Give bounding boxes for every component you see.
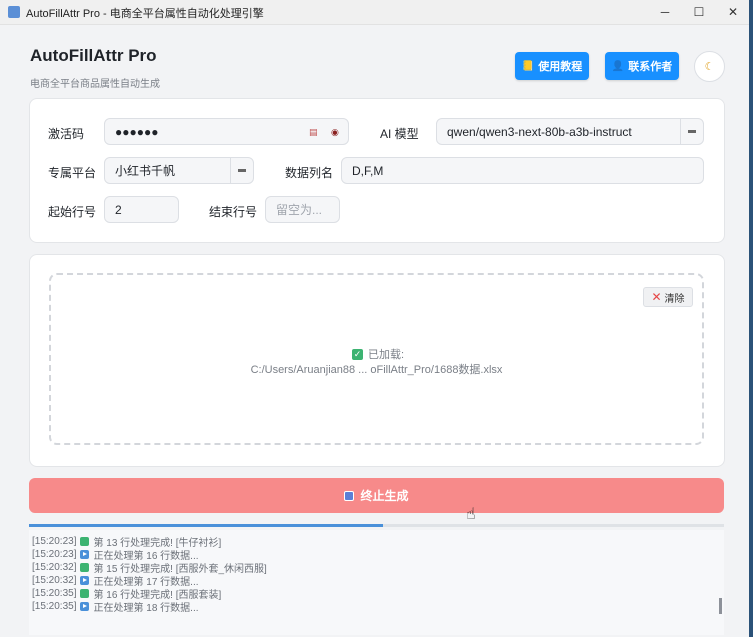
platform-value: 小红书千帆 [115, 164, 176, 178]
app-window: AutoFillAttr Pro - 电商全平台属性自动化处理引擎 ─ ☐ ✕ … [0, 0, 750, 637]
close-button[interactable]: ✕ [716, 0, 750, 24]
play-icon [80, 602, 90, 611]
title-bar: AutoFillAttr Pro - 电商全平台属性自动化处理引擎 ─ ☐ ✕ [0, 0, 749, 25]
platform-dropdown-icon[interactable] [230, 158, 253, 183]
columns-input[interactable]: D,F,M [341, 157, 704, 184]
check-icon: ✓ [352, 348, 363, 360]
tutorial-button-label: 使用教程 [538, 61, 583, 73]
ai-model-select[interactable]: qwen/qwen3-next-80b-a3b-instruct [436, 118, 704, 145]
log-scrollbar-thumb[interactable] [719, 598, 722, 614]
stop-generation-button[interactable]: 终止生成 [29, 478, 724, 513]
user-icon: 👤 [611, 60, 625, 72]
theme-toggle-button[interactable]: ☾ [694, 51, 725, 82]
activation-label: 激活码 [48, 127, 85, 141]
contact-button[interactable]: 👤 联系作者 [605, 52, 679, 80]
start-row-input[interactable]: 2 [104, 196, 179, 223]
page-subtitle: 电商全平台商品属性自动生成 [30, 79, 160, 90]
end-row-placeholder: 留空为... [276, 203, 323, 217]
start-row-value: 2 [115, 202, 122, 217]
clear-file-button[interactable]: ✕ 清除 [643, 287, 693, 307]
log-line: [15:20:35] 正在处理第 18 行数据... [32, 601, 199, 614]
minimize-button[interactable]: ─ [648, 0, 682, 24]
platform-label: 专属平台 [48, 166, 97, 180]
maximize-button[interactable]: ☐ [682, 0, 716, 24]
moon-icon: ☾ [704, 61, 715, 73]
check-icon [80, 537, 90, 546]
log-panel[interactable]: [15:20:23] 第 13 行处理完成! [牛仔衬衫] [15:20:23]… [29, 530, 724, 635]
ai-model-label: AI 模型 [380, 127, 419, 141]
page-title: AutoFillAttr Pro [30, 46, 157, 65]
paste-icon[interactable]: ▤ [309, 127, 318, 138]
file-path: C:/Users/Aruanjian88 ... oFillAttr_Pro/1… [250, 364, 503, 376]
check-icon [80, 563, 90, 572]
check-icon [80, 589, 90, 598]
stop-generation-label: 终止生成 [360, 489, 409, 503]
columns-label: 数据列名 [285, 166, 334, 180]
tutorial-button[interactable]: 📒 使用教程 [515, 52, 589, 80]
stop-icon [344, 490, 355, 501]
start-row-label: 起始行号 [48, 205, 97, 219]
progress-bar [29, 524, 724, 527]
app-icon [8, 6, 20, 18]
play-icon [80, 576, 90, 585]
close-icon: ✕ [651, 290, 662, 304]
log-scrollbar[interactable] [718, 538, 723, 630]
eye-icon[interactable]: ◉ [331, 127, 339, 138]
ai-model-value: qwen/qwen3-next-80b-a3b-instruct [447, 124, 632, 139]
loaded-label: 已加载: [368, 349, 405, 361]
loaded-status: ✓ 已加载: [352, 346, 404, 362]
end-row-label: 结束行号 [209, 205, 258, 219]
clear-file-label: 清除 [664, 293, 685, 305]
book-icon: 📒 [521, 60, 535, 72]
progress-fill [29, 524, 384, 527]
activation-code-field[interactable]: ●●●●●● ▤ ◉ [104, 118, 349, 145]
hand-cursor-icon: ☝ [466, 506, 476, 523]
columns-value: D,F,M [352, 163, 384, 178]
desktop-edge [749, 0, 753, 637]
ai-model-dropdown-icon[interactable] [680, 119, 703, 144]
window-title: AutoFillAttr Pro - 电商全平台属性自动化处理引擎 [26, 8, 264, 20]
platform-select[interactable]: 小红书千帆 [104, 157, 254, 184]
play-icon [80, 550, 90, 559]
activation-code-value: ●●●●●● [115, 124, 159, 139]
end-row-input[interactable]: 留空为... [265, 196, 340, 223]
contact-button-label: 联系作者 [628, 61, 673, 73]
